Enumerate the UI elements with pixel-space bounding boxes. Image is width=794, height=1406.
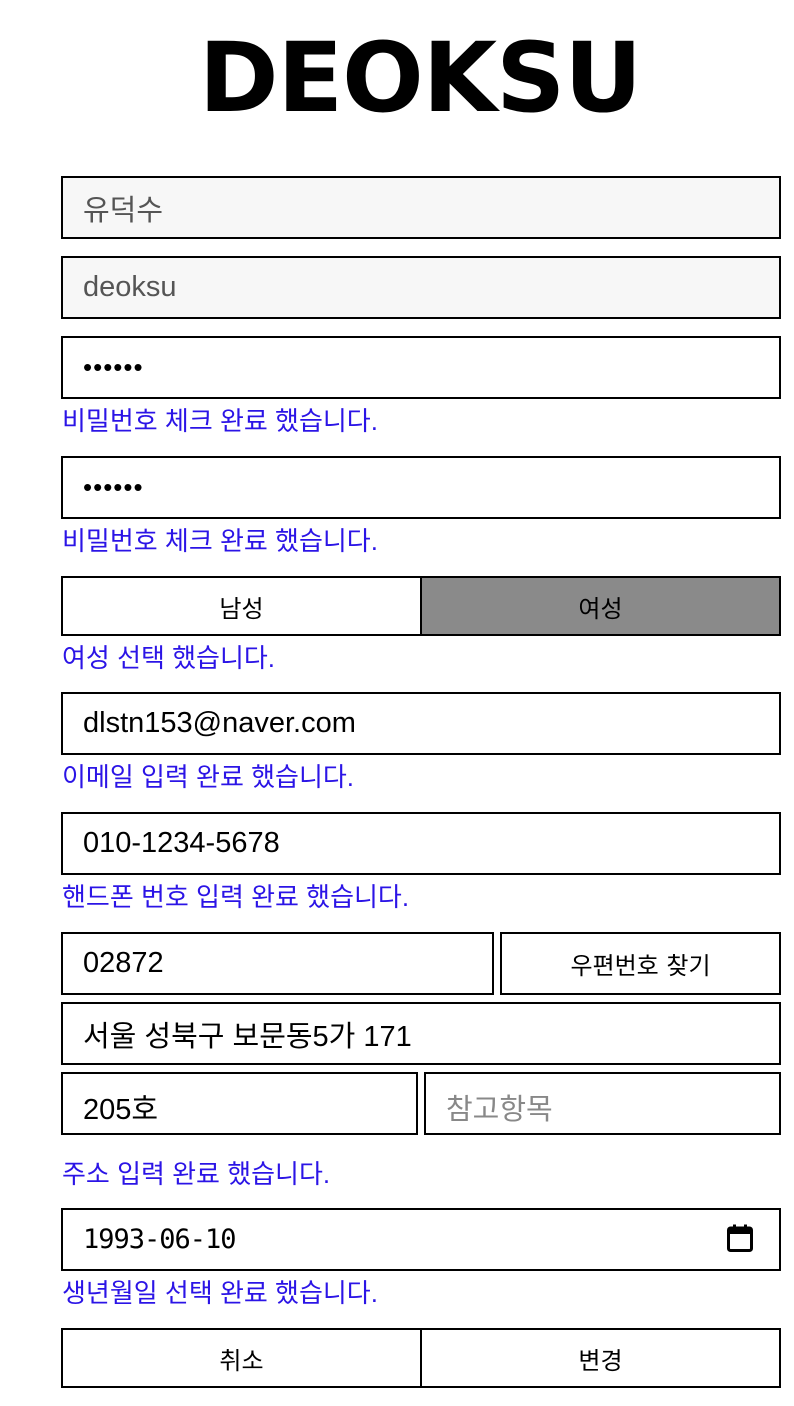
password-field[interactable]: •••••• — [61, 336, 781, 399]
gender-message: 여성 선택 했습니다. — [62, 643, 276, 673]
password-confirm-mask: •••••• — [83, 472, 144, 502]
submit-change-button[interactable]: 변경 — [420, 1328, 781, 1388]
extra-address-placeholder: 참고항목 — [446, 1094, 553, 1126]
email-message: 이메일 입력 완료 했습니다. — [62, 762, 355, 792]
birthdate-value: 1993-06-10 — [83, 1224, 237, 1255]
name-value: 유덕수 — [83, 194, 164, 227]
gender-male-button[interactable]: 남성 — [61, 576, 422, 636]
phone-field[interactable]: 010-1234-5678 — [61, 812, 781, 875]
name-field[interactable]: 유덕수 — [61, 176, 781, 239]
detail-address-field[interactable]: 205호 — [61, 1072, 418, 1135]
password-confirm-message: 비밀번호 체크 완료 했습니다. — [62, 526, 378, 556]
birthdate-field[interactable]: 1993-06-10 — [61, 1208, 781, 1271]
password-confirm-field[interactable]: •••••• — [61, 456, 781, 519]
email-value: dlstn153@naver.com — [83, 707, 356, 739]
postcode-value: 02872 — [83, 947, 164, 979]
address-field[interactable]: 서울 성북구 보문동5가 171 — [61, 1002, 781, 1065]
password-message: 비밀번호 체크 완료 했습니다. — [62, 406, 378, 436]
birthdate-message: 생년월일 선택 완료 했습니다. — [62, 1278, 378, 1308]
calendar-icon[interactable] — [727, 1224, 753, 1252]
brand-logo: DEOKSU — [198, 22, 642, 134]
address-message: 주소 입력 완료 했습니다. — [62, 1159, 331, 1189]
cancel-button[interactable]: 취소 — [61, 1328, 422, 1388]
id-value: deoksu — [83, 271, 177, 303]
extra-address-field[interactable]: 참고항목 — [424, 1072, 781, 1135]
email-field[interactable]: dlstn153@naver.com — [61, 692, 781, 755]
postcode-field[interactable]: 02872 — [61, 932, 494, 995]
password-mask: •••••• — [83, 352, 144, 382]
address-value: 서울 성북구 보문동5가 171 — [83, 1020, 412, 1053]
id-field[interactable]: deoksu — [61, 256, 781, 319]
phone-message: 핸드폰 번호 입력 완료 했습니다. — [62, 882, 410, 912]
gender-female-button[interactable]: 여성 — [420, 576, 781, 636]
detail-address-value: 205호 — [83, 1093, 159, 1126]
phone-value: 010-1234-5678 — [83, 827, 280, 859]
find-postcode-button[interactable]: 우편번호 찾기 — [500, 932, 781, 995]
